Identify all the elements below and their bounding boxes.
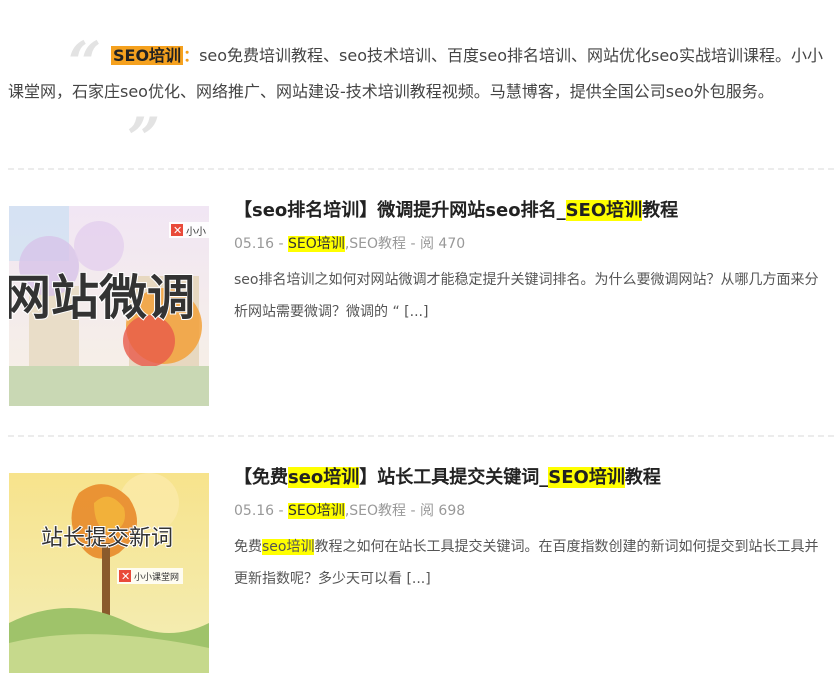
- category-link[interactable]: ,SEO教程: [345, 236, 406, 252]
- close-quote-icon: ”: [127, 105, 161, 173]
- thumb-logo: 小小: [186, 226, 206, 238]
- post-meta: 05.16 - SEO培训,SEO教程 - 阅 470: [234, 234, 465, 254]
- thumb-logo: 小小课堂网: [134, 571, 179, 583]
- intro-colon: ：: [183, 46, 200, 65]
- page: “ SEO培训 ：seo免费培训教程、seo技术培训、百度seo排名培训、网站优化…: [0, 0, 836, 673]
- category-link[interactable]: SEO培训: [288, 236, 345, 252]
- meta-separator: -: [274, 236, 289, 252]
- post-title-text: 【免费: [234, 467, 288, 488]
- post-title-highlight: SEO培训: [548, 467, 625, 488]
- post-date: 05.16: [234, 503, 275, 519]
- post-date: 05.16: [234, 236, 275, 252]
- thumb-logo-mark: ✕: [121, 570, 130, 583]
- meta-separator: -: [274, 503, 289, 519]
- post-excerpt: 免费seo培训教程之如何在站长工具提交关键词。在百度指数创建的新词如何提交到站长…: [234, 531, 826, 595]
- divider: [8, 168, 834, 170]
- excerpt-text: 教程之如何在站长工具提交关键词。在百度指数创建的新词如何提交到站长工具并更新指数…: [234, 539, 819, 587]
- post-title-suffix: 教程: [642, 200, 679, 221]
- post-title-suffix: 教程: [624, 467, 661, 488]
- post-title[interactable]: 【seo排名培训】微调提升网站seo排名_SEO培训教程: [234, 198, 678, 224]
- thumb-caption: 站长提交新词: [41, 526, 173, 551]
- post-thumbnail[interactable]: ✕ 小小课堂网 站长提交新词: [9, 473, 209, 673]
- meta-separator: -: [406, 503, 420, 519]
- excerpt-highlight: seo培训: [262, 539, 315, 555]
- divider: [8, 435, 834, 437]
- post-excerpt: seo排名培训之如何对网站微调才能稳定提升关键词排名。为什么要微调网站？从哪几方…: [234, 272, 819, 320]
- post-meta: 05.16 - SEO培训,SEO教程 - 阅 698: [234, 501, 465, 521]
- meta-separator: -: [406, 236, 420, 252]
- post-thumbnail[interactable]: ✕ 小小 网站微调: [9, 206, 209, 406]
- category-link[interactable]: SEO培训: [288, 503, 345, 519]
- intro-text: SEO培训 ：seo免费培训教程、seo技术培训、百度seo排名培训、网站优化se…: [8, 38, 830, 110]
- thumb-caption: 网站微调: [9, 270, 195, 326]
- category-tag[interactable]: SEO培训: [111, 46, 184, 65]
- post-title-text: 】站长工具提交关键词_: [359, 467, 549, 488]
- post-title-highlight: SEO培训: [565, 200, 643, 221]
- post-title-text: 【seo排名培训】微调提升网站seo排名_: [234, 200, 566, 221]
- view-count: 阅 470: [419, 236, 466, 252]
- thumb-logo-mark: ✕: [173, 224, 182, 237]
- category-link[interactable]: ,SEO教程: [345, 503, 406, 519]
- view-count: 阅 698: [419, 503, 466, 519]
- excerpt-text: 免费: [234, 539, 262, 555]
- post-title-highlight: seo培训: [288, 467, 360, 488]
- post-title[interactable]: 【免费seo培训】站长工具提交关键词_SEO培训教程: [234, 465, 661, 491]
